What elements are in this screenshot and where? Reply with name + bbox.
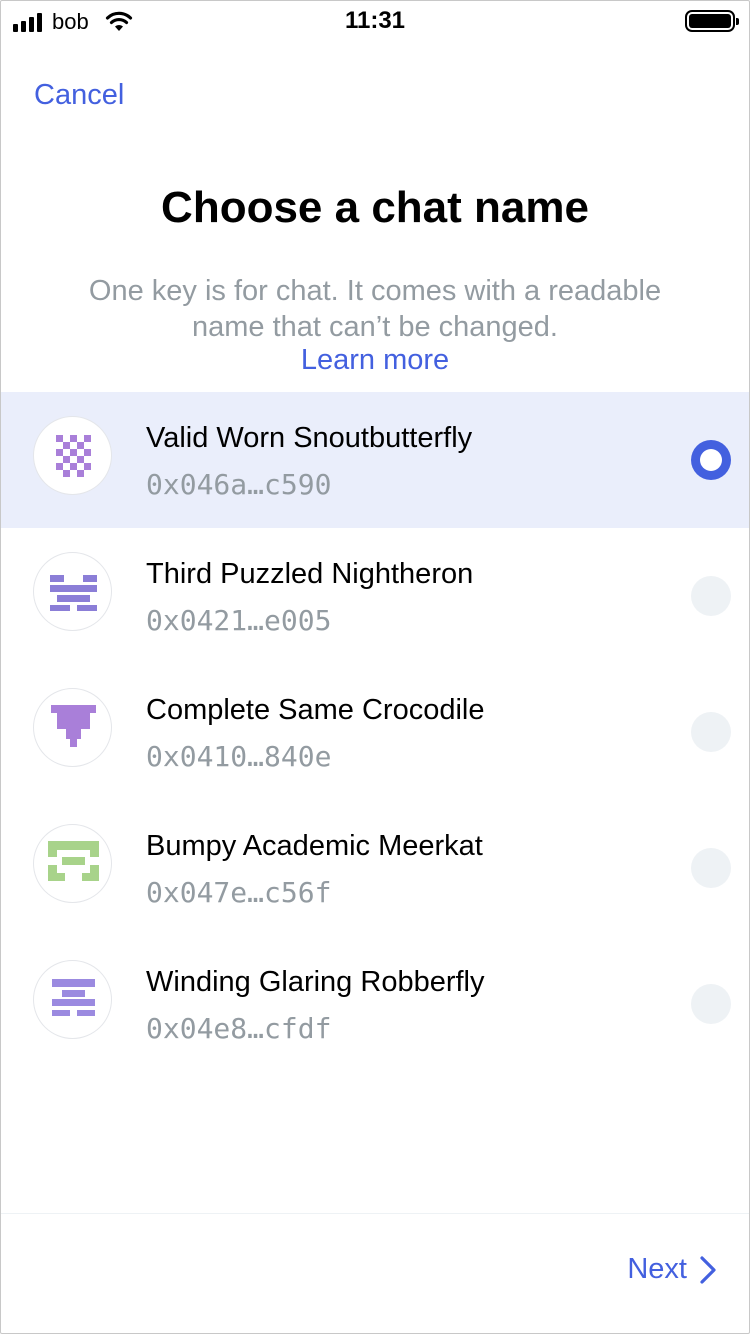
identicon-checker-icon <box>56 435 91 477</box>
battery-icon <box>685 10 739 32</box>
next-button[interactable]: Next <box>627 1253 717 1286</box>
identicon-avatar <box>33 416 112 495</box>
identicon-avatar <box>33 688 112 767</box>
identicon-bars-icon <box>50 575 97 611</box>
identicon-frame-icon <box>48 841 99 881</box>
account-row[interactable]: Complete Same Crocodile 0x0410…840e <box>1 664 749 800</box>
account-name: Bumpy Academic Meerkat <box>146 830 483 862</box>
next-label: Next <box>627 1253 687 1285</box>
account-name: Complete Same Crocodile <box>146 694 485 726</box>
radio-button[interactable] <box>691 848 731 888</box>
account-key: 0x0410…840e <box>146 740 332 773</box>
identicon-tee-icon <box>51 705 96 747</box>
cancel-button[interactable]: Cancel <box>34 79 124 112</box>
account-row[interactable]: Valid Worn Snoutbutterfly 0x046a…c590 <box>1 392 749 528</box>
radio-button[interactable] <box>691 576 731 616</box>
account-name: Winding Glaring Robberfly <box>146 966 485 998</box>
account-key: 0x04e8…cfdf <box>146 1012 332 1045</box>
learn-more-link[interactable]: Learn more <box>301 344 449 376</box>
identicon-avatar <box>33 960 112 1039</box>
account-name: Valid Worn Snoutbutterfly <box>146 422 473 454</box>
screen: bob 11:31 Cancel Choose a chat name One … <box>0 0 750 1334</box>
account-row[interactable]: Winding Glaring Robberfly 0x04e8…cfdf <box>1 936 749 1072</box>
clock: 11:31 <box>344 7 406 34</box>
page-subtitle: One key is for chat. It comes with a rea… <box>88 275 662 343</box>
identicon-avatar <box>33 824 112 903</box>
page-title: Choose a chat name <box>161 183 589 232</box>
radio-button[interactable] <box>691 440 731 480</box>
account-list: Valid Worn Snoutbutterfly 0x046a…c590 Th… <box>1 392 749 1072</box>
radio-button[interactable] <box>691 984 731 1024</box>
account-row[interactable]: Bumpy Academic Meerkat 0x047e…c56f <box>1 800 749 936</box>
radio-button[interactable] <box>691 712 731 752</box>
account-key: 0x046a…c590 <box>146 468 332 501</box>
battery-fill <box>689 14 731 28</box>
identicon-stack-icon <box>52 979 95 1016</box>
footer-divider <box>1 1213 749 1214</box>
status-bar: bob 11:31 <box>1 1 749 41</box>
learn-more-container: Learn more <box>1 344 749 377</box>
account-key: 0x0421…e005 <box>146 604 332 637</box>
account-name: Third Puzzled Nightheron <box>146 558 474 590</box>
identicon-avatar <box>33 552 112 631</box>
account-key: 0x047e…c56f <box>146 876 332 909</box>
chevron-right-icon <box>700 1255 716 1284</box>
account-row[interactable]: Third Puzzled Nightheron 0x0421…e005 <box>1 528 749 664</box>
